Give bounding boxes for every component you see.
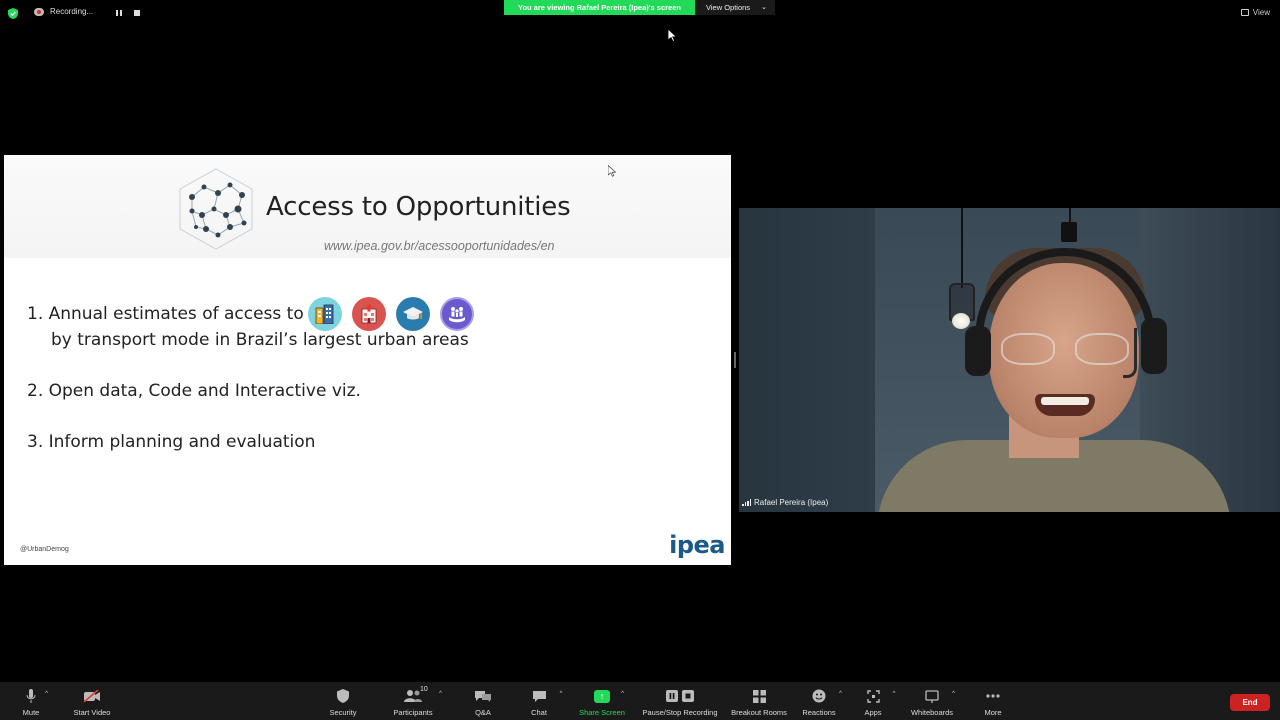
qa-button[interactable]: Q&A <box>472 682 494 720</box>
mute-label: Mute <box>22 708 40 717</box>
network-hexagon-logo-icon <box>179 168 253 250</box>
chat-button[interactable]: ^ Chat <box>528 682 563 720</box>
chevron-up-icon[interactable]: ^ <box>621 691 624 697</box>
slide-item-3: 3. Inform planning and evaluation <box>27 432 316 452</box>
shared-screen-slide[interactable]: Access to Opportunities www.ipea.gov.br/… <box>4 155 731 565</box>
participants-label: Participants <box>393 708 433 717</box>
shield-icon <box>337 689 349 703</box>
ipea-logo: ipea <box>669 531 725 559</box>
view-options-button[interactable]: View Options ⌄ <box>695 0 775 15</box>
slide-title: Access to Opportunities <box>266 192 571 222</box>
share-screen-button[interactable]: ↑ ^ Share Screen <box>578 682 626 720</box>
participants-button[interactable]: 10 ^ Participants <box>392 682 442 720</box>
breakout-rooms-label: Breakout Rooms <box>731 708 787 717</box>
headset-mic <box>1123 328 1137 378</box>
participant-video-tile[interactable] <box>739 208 1280 512</box>
mute-button[interactable]: ^ Mute <box>18 682 48 720</box>
more-dots-icon <box>986 694 1000 698</box>
video-background-left <box>739 208 875 512</box>
view-options-label: View Options <box>706 3 751 12</box>
chevron-up-icon[interactable]: ^ <box>560 691 563 697</box>
apps-icon <box>866 689 880 703</box>
chevron-up-icon[interactable]: ^ <box>45 691 48 697</box>
qa-label: Q&A <box>475 708 491 717</box>
headset-earcup-left <box>965 326 991 376</box>
stop-icon <box>682 690 694 702</box>
light-bulb <box>952 313 970 329</box>
top-bar: Recording... You are viewing Rafael Pere… <box>0 0 1280 28</box>
chevron-down-icon: ⌄ <box>761 4 767 11</box>
recording-icon <box>34 7 44 16</box>
chat-label: Chat <box>531 708 547 717</box>
participant-name-tag: Rafael Pereira (Ipea) <box>739 498 828 507</box>
hanging-lamp-2 <box>1061 222 1077 242</box>
more-button[interactable]: More <box>982 682 1004 720</box>
breakout-rooms-icon <box>752 689 766 703</box>
social-assistance-icon <box>440 297 474 331</box>
view-label: View <box>1252 8 1270 17</box>
participants-count: 10 <box>420 686 428 693</box>
security-button[interactable]: Security <box>326 682 360 720</box>
recording-label: Recording... <box>50 7 94 16</box>
chat-bubble-icon <box>532 690 546 702</box>
whiteboard-icon <box>925 689 939 703</box>
recording-indicator: Recording... <box>34 7 93 16</box>
start-video-button[interactable]: Start Video <box>70 682 114 720</box>
pause-icon <box>666 690 678 702</box>
whiteboards-button[interactable]: ^ Whiteboards <box>908 682 956 720</box>
lamp-cord <box>961 208 963 288</box>
microphone-icon <box>26 688 36 703</box>
qa-bubbles-icon <box>475 690 491 702</box>
jobs-icon <box>308 297 342 331</box>
headset-earcup-right <box>1141 318 1167 374</box>
slide-item-1-continuation: by transport mode in Brazil’s largest ur… <box>51 330 469 350</box>
view-layout-icon <box>1240 9 1249 16</box>
security-label: Security <box>329 708 357 717</box>
slide-twitter-handle: @UrbanDemog <box>20 546 69 553</box>
slide-header: Access to Opportunities www.ipea.gov.br/… <box>4 155 731 258</box>
pause-stop-recording-label: Pause/Stop Recording <box>642 708 718 717</box>
split-view-resize-handle[interactable] <box>734 352 736 368</box>
meeting-toolbar: ^ Mute Start Video Security 10 ^ Partici… <box>0 682 1280 720</box>
pause-recording-icon[interactable] <box>116 10 122 16</box>
participant-name: Rafael Pereira (Ipea) <box>754 498 829 507</box>
start-video-label: Start Video <box>73 708 111 717</box>
stop-recording-icon[interactable] <box>134 10 140 16</box>
chevron-up-icon[interactable]: ^ <box>839 691 842 697</box>
share-screen-icon: ↑ <box>594 689 610 703</box>
share-screen-label: Share Screen <box>579 708 625 717</box>
reactions-smiley-icon <box>812 689 826 703</box>
viewing-screen-banner: You are viewing Rafael Pereira (Ipea)'s … <box>504 0 695 15</box>
more-label: More <box>984 708 1002 717</box>
chevron-up-icon[interactable]: ^ <box>893 691 896 697</box>
pause-stop-recording-button[interactable]: Pause/Stop Recording <box>640 682 720 720</box>
breakout-rooms-button[interactable]: Breakout Rooms <box>730 682 788 720</box>
slide-item-1: 1. Annual estimates of access to <box>27 304 304 324</box>
end-meeting-button[interactable]: End <box>1230 694 1270 711</box>
shield-check-icon[interactable] <box>8 8 18 19</box>
reactions-label: Reactions <box>802 708 836 717</box>
slide-item-2: 2. Open data, Code and Interactive viz. <box>27 381 361 401</box>
chevron-up-icon[interactable]: ^ <box>439 691 442 697</box>
smile <box>1035 394 1095 416</box>
video-camera-off-icon <box>83 689 100 703</box>
whiteboards-label: Whiteboards <box>910 708 954 717</box>
signal-bars-icon <box>742 499 751 506</box>
apps-label: Apps <box>864 708 882 717</box>
opportunity-icons <box>308 297 474 331</box>
health-icon <box>352 297 386 331</box>
view-button[interactable]: View <box>1240 8 1270 17</box>
slide-url: www.ipea.gov.br/acessooportunidades/en <box>324 239 555 253</box>
education-icon <box>396 297 430 331</box>
chevron-up-icon[interactable]: ^ <box>952 691 955 697</box>
apps-button[interactable]: ^ Apps <box>862 682 896 720</box>
reactions-button[interactable]: ^ Reactions <box>802 682 842 720</box>
